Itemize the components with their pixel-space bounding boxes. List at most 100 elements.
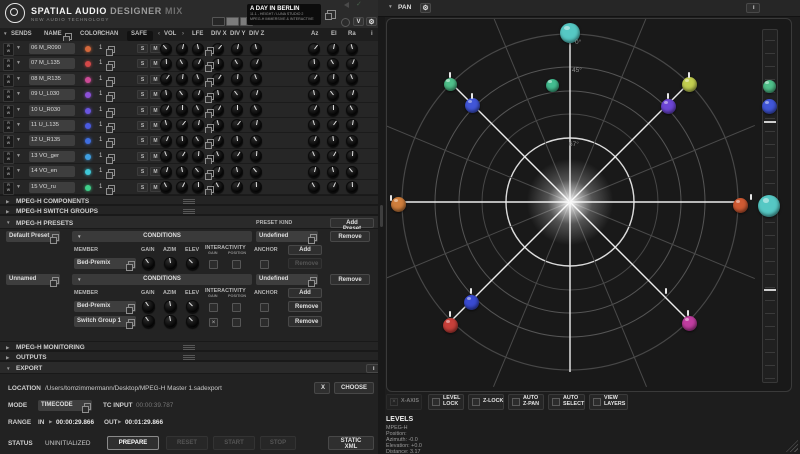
drag-handle-icon[interactable] bbox=[183, 345, 195, 351]
elevation-knob[interactable] bbox=[327, 43, 339, 55]
elevation-knob[interactable] bbox=[327, 89, 339, 101]
vol-left-knob[interactable] bbox=[160, 43, 172, 55]
project-copy-icon[interactable] bbox=[327, 10, 336, 19]
sends-expand-caret-icon[interactable]: ▼ bbox=[16, 168, 21, 174]
audio-object-ball[interactable] bbox=[444, 78, 457, 91]
kind-copy-icon[interactable] bbox=[310, 234, 317, 241]
radius-knob[interactable] bbox=[346, 166, 358, 178]
checkbox-icon[interactable] bbox=[552, 398, 560, 406]
expand-caret-icon[interactable]: ▶ bbox=[6, 345, 10, 351]
azimuth-knob[interactable] bbox=[308, 73, 320, 85]
elevation-knob[interactable] bbox=[327, 181, 339, 193]
static-xml-button[interactable]: STATIC XML bbox=[328, 436, 374, 450]
automation-mode-button[interactable]: RW bbox=[3, 166, 14, 179]
channel-color-swatch[interactable] bbox=[85, 61, 91, 67]
automation-mode-button[interactable]: RW bbox=[3, 58, 14, 71]
interactivity-position-checkbox[interactable] bbox=[232, 318, 241, 327]
lfe-knob[interactable] bbox=[192, 166, 204, 178]
choose-location-button[interactable]: CHOOSE bbox=[334, 382, 374, 394]
section-mpegh-components[interactable]: ▶ MPEG-H COMPONENTS bbox=[0, 195, 378, 205]
add-preset-button[interactable]: Add Preset bbox=[330, 218, 374, 228]
member-gain-knob[interactable] bbox=[142, 315, 155, 328]
project-info-box[interactable]: A DAY IN BERLIN 11.1 - HEIGHT / LUNA STU… bbox=[247, 4, 321, 25]
audio-object-ball[interactable] bbox=[763, 80, 776, 93]
member-gain-knob[interactable] bbox=[142, 257, 155, 270]
channel-color-swatch[interactable] bbox=[85, 185, 91, 191]
channel-name-field[interactable]: 14 VO_en bbox=[29, 166, 75, 177]
layout-toggle-medium-icon[interactable] bbox=[226, 17, 239, 26]
radius-knob[interactable] bbox=[346, 104, 358, 116]
drag-handle-icon[interactable] bbox=[183, 355, 195, 361]
sends-expand-caret-icon[interactable]: ▼ bbox=[16, 153, 21, 159]
channel-color-swatch[interactable] bbox=[85, 92, 91, 98]
azimuth-knob[interactable] bbox=[308, 150, 320, 162]
member-elev-knob[interactable] bbox=[186, 300, 199, 313]
interactivity-position-checkbox[interactable] bbox=[232, 260, 241, 269]
section-export[interactable]: ▼ EXPORT i bbox=[0, 361, 378, 374]
preset-copy-icon[interactable] bbox=[52, 277, 59, 284]
checkbox-icon[interactable]: × bbox=[390, 398, 398, 406]
pan-info-button[interactable]: i bbox=[746, 3, 760, 13]
slider-marker[interactable] bbox=[764, 121, 776, 123]
lfe-link-icon[interactable] bbox=[207, 124, 214, 131]
checkbox-icon[interactable] bbox=[432, 398, 440, 406]
solo-button[interactable]: S bbox=[137, 136, 148, 145]
solo-button[interactable]: S bbox=[137, 59, 148, 68]
azimuth-knob[interactable] bbox=[308, 166, 320, 178]
chan-copy-icon[interactable] bbox=[108, 123, 115, 130]
checkbox-icon[interactable] bbox=[512, 398, 520, 406]
lfe-knob[interactable] bbox=[192, 58, 204, 70]
window-resize-grip[interactable] bbox=[786, 440, 798, 452]
solo-button[interactable]: S bbox=[137, 90, 148, 99]
in-caret-icon[interactable]: ▶ bbox=[49, 419, 53, 425]
audio-object-ball[interactable] bbox=[546, 79, 559, 92]
checkbox-icon[interactable] bbox=[593, 398, 601, 406]
vol-left-knob[interactable] bbox=[160, 166, 172, 178]
range-out-value[interactable]: 00:01:29.866 bbox=[125, 419, 163, 426]
member-elev-knob[interactable] bbox=[186, 257, 199, 270]
interactivity-gain-checkbox[interactable] bbox=[209, 303, 218, 312]
automation-mode-button[interactable]: RW bbox=[3, 151, 14, 164]
anchor-checkbox[interactable] bbox=[260, 318, 269, 327]
channel-color-swatch[interactable] bbox=[85, 169, 91, 175]
lfe-link-icon[interactable] bbox=[207, 47, 214, 54]
v-button[interactable]: V bbox=[353, 17, 364, 26]
sends-expand-caret-icon[interactable]: ▼ bbox=[16, 122, 21, 128]
lfe-knob[interactable] bbox=[192, 150, 204, 162]
audio-object-ball[interactable] bbox=[733, 198, 748, 213]
auto-z-pan-toggle[interactable]: AUTOZ-PAN bbox=[508, 394, 544, 410]
channel-name-field[interactable]: 13 VO_ger bbox=[29, 151, 75, 162]
section-mpegh-monitoring[interactable]: ▶ MPEG-H MONITORING bbox=[0, 341, 378, 351]
pan-gear-icon[interactable]: ⚙ bbox=[420, 3, 431, 13]
vol-right-knob[interactable] bbox=[176, 43, 188, 55]
elevation-knob[interactable] bbox=[327, 135, 339, 147]
solo-button[interactable]: S bbox=[137, 183, 148, 192]
drag-handle-icon[interactable] bbox=[183, 209, 195, 215]
layout-toggle-small-icon[interactable] bbox=[212, 17, 225, 26]
expand-caret-icon[interactable]: ▶ bbox=[6, 355, 10, 361]
solo-button[interactable]: S bbox=[137, 121, 148, 130]
radius-knob[interactable] bbox=[346, 181, 358, 193]
lfe-knob[interactable] bbox=[192, 104, 204, 116]
member-azim-knob[interactable] bbox=[164, 315, 177, 328]
reset-button[interactable]: RESET bbox=[166, 436, 208, 450]
solo-button[interactable]: S bbox=[137, 152, 148, 161]
name-copy-icon[interactable] bbox=[65, 33, 72, 40]
section-mpegh-switch-groups[interactable]: ▶ MPEG-H SWITCH GROUPS bbox=[0, 205, 378, 215]
vol-left-knob[interactable] bbox=[160, 89, 172, 101]
audio-object-ball[interactable] bbox=[682, 77, 697, 92]
div-y-knob[interactable] bbox=[231, 43, 243, 55]
interactivity-gain-checkbox[interactable]: × bbox=[209, 318, 218, 327]
automation-mode-button[interactable]: RW bbox=[3, 74, 14, 87]
azimuth-knob[interactable] bbox=[308, 181, 320, 193]
chan-copy-icon[interactable] bbox=[108, 61, 115, 68]
mode-copy-icon[interactable] bbox=[84, 403, 91, 410]
view-layers-toggle[interactable]: VIEWLAYERS bbox=[589, 394, 628, 410]
lfe-link-icon[interactable] bbox=[207, 78, 214, 85]
div-z-knob[interactable] bbox=[250, 58, 262, 70]
azimuth-knob[interactable] bbox=[308, 58, 320, 70]
azimuth-knob[interactable] bbox=[308, 135, 320, 147]
member-elev-knob[interactable] bbox=[186, 315, 199, 328]
elevation-knob[interactable] bbox=[327, 104, 339, 116]
lfe-link-icon[interactable] bbox=[207, 155, 214, 162]
